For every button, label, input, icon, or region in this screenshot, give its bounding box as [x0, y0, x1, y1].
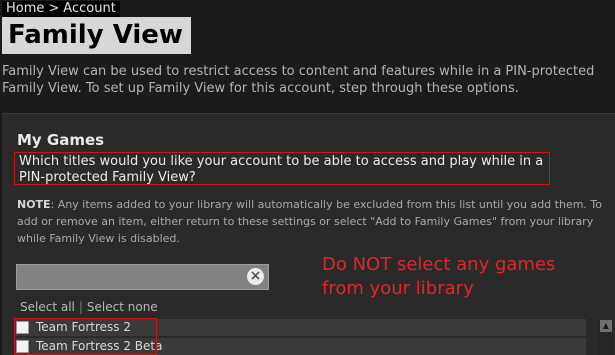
- section-title: My Games: [17, 131, 105, 149]
- note-label: NOTE: [17, 198, 51, 211]
- game-list: Team Fortress 2 Team Fortress 2 Beta ▲: [14, 318, 615, 355]
- clear-icon[interactable]: ×: [247, 268, 264, 285]
- annotation-warning: Do NOT select any games from your librar…: [322, 254, 556, 299]
- select-links: Select all | Select none: [20, 300, 158, 314]
- list-scrollbar[interactable]: ▲: [599, 319, 613, 355]
- breadcrumb: Home > Account: [2, 1, 120, 17]
- breadcrumb-current-link[interactable]: Account: [63, 1, 116, 16]
- select-all-link[interactable]: Select all: [20, 300, 75, 314]
- question-text: Which titles would you like your account…: [14, 152, 550, 185]
- breadcrumb-separator: >: [48, 1, 60, 16]
- scroll-up-arrow-icon[interactable]: ▲: [600, 320, 612, 332]
- select-divider: |: [78, 300, 83, 314]
- select-none-link[interactable]: Select none: [87, 300, 158, 314]
- breadcrumb-home-link[interactable]: Home: [6, 1, 44, 16]
- note-body: : Any items added to your library will a…: [17, 198, 602, 245]
- game-search-input[interactable]: ×: [16, 264, 269, 290]
- highlight-outline: [14, 318, 157, 355]
- intro-text: Family View can be used to restrict acce…: [2, 64, 595, 96]
- page-title: Family View: [2, 17, 191, 54]
- note-text: NOTE: Any items added to your library wi…: [17, 196, 607, 247]
- my-games-panel: My Games Which titles would you like you…: [2, 113, 615, 355]
